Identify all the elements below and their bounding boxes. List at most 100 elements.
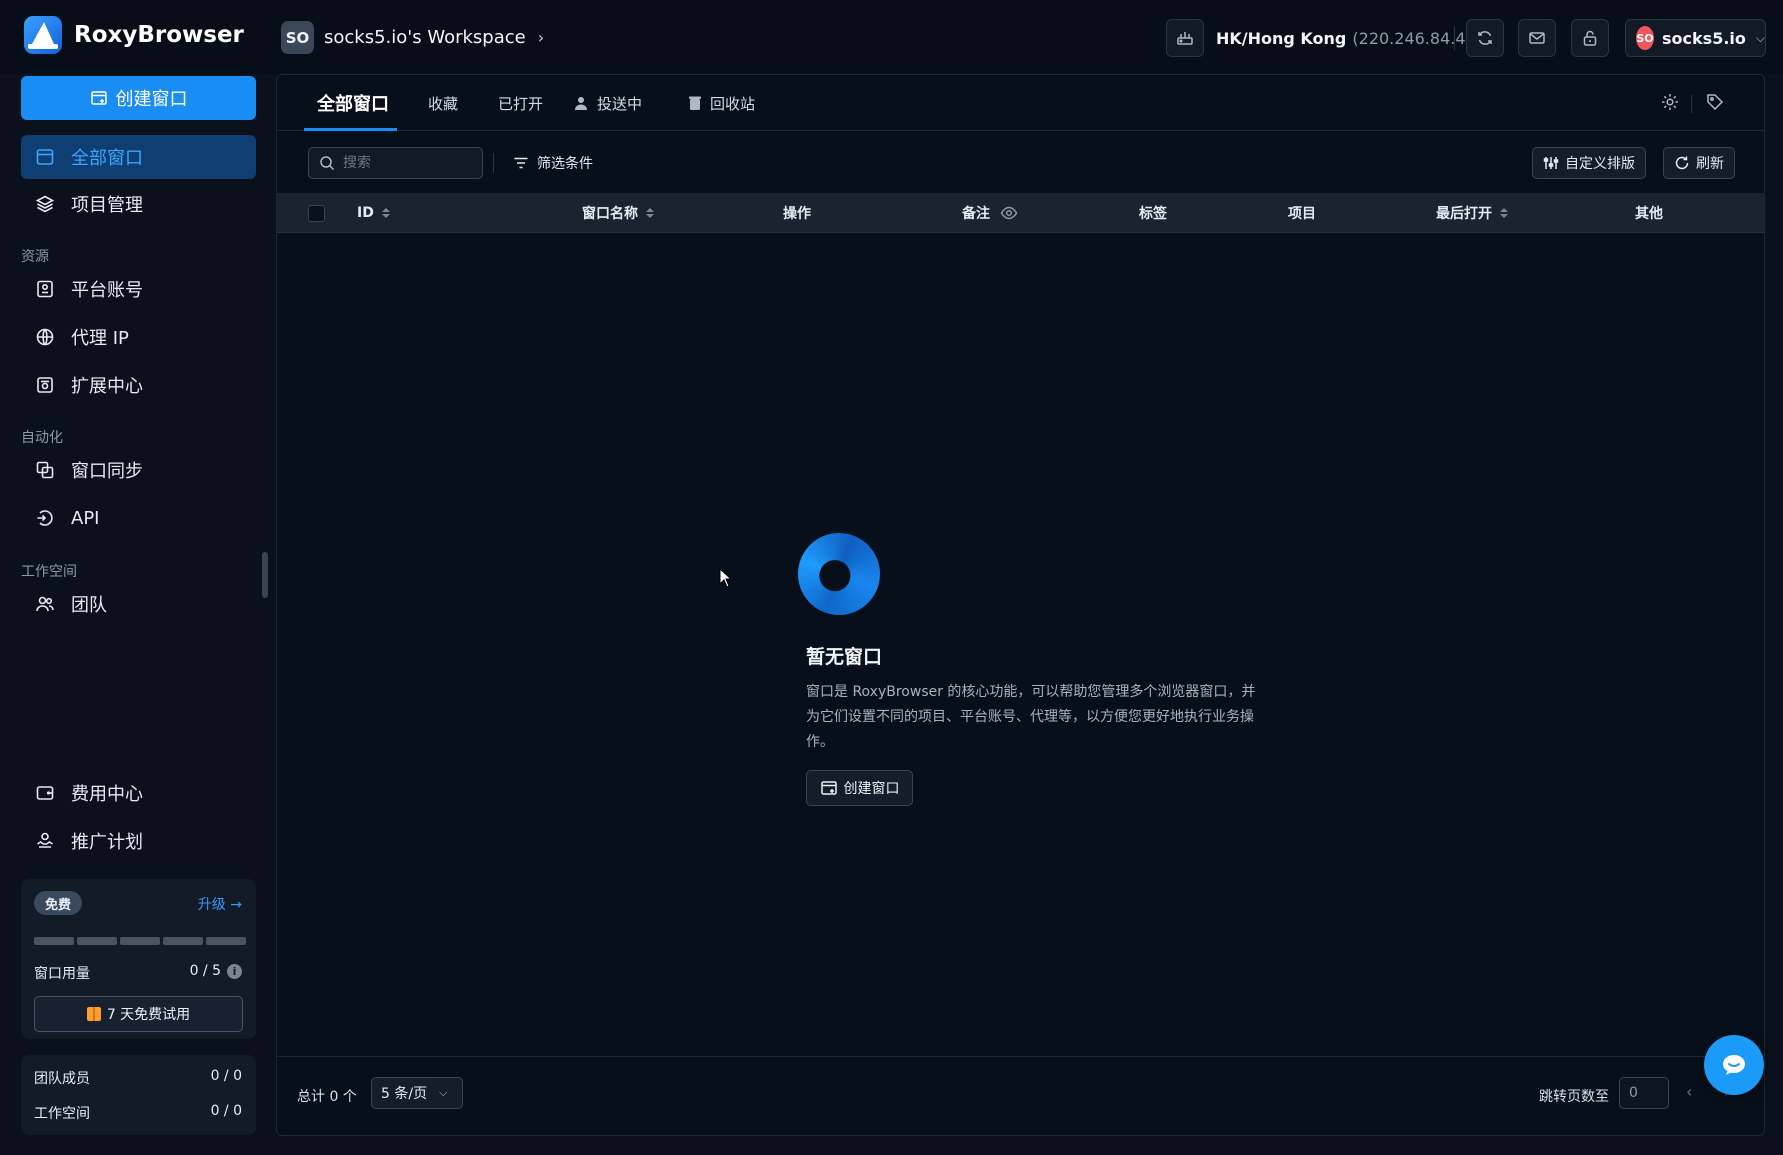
- custom-layout-button[interactable]: 自定义排版: [1532, 147, 1646, 179]
- tag-icon[interactable]: [1705, 92, 1725, 112]
- divider: [1454, 26, 1455, 50]
- empty-title: 暂无窗口: [806, 646, 883, 668]
- plan-card: 免费 升级 → 窗口用量 0 / 5 i 7 天免费试用: [21, 879, 256, 1039]
- refresh-icon: [1478, 31, 1492, 45]
- avatar: SO: [1636, 26, 1655, 50]
- free-trial-button[interactable]: 7 天免费试用: [34, 996, 243, 1032]
- column-header-window-name[interactable]: 窗口名称: [582, 193, 654, 233]
- tab-delivering[interactable]: 投送中: [574, 75, 642, 131]
- handshake-icon: [37, 832, 53, 848]
- refresh-button[interactable]: 刷新: [1663, 147, 1735, 179]
- search-icon: [320, 156, 335, 171]
- filter-button[interactable]: 筛选条件: [513, 147, 593, 179]
- sidebar-item-label: 窗口同步: [71, 461, 143, 482]
- tab-recycle-bin[interactable]: 回收站: [687, 75, 755, 131]
- page-size-value: 5 条/页: [381, 1086, 428, 1102]
- user-menu[interactable]: SO socks5.io ⌵: [1625, 19, 1766, 57]
- proxy-status[interactable]: HK/Hong Kong (220.246.84.46): [1166, 19, 1482, 57]
- search-box[interactable]: [308, 147, 483, 179]
- tab-label: 投送中: [597, 94, 643, 113]
- page-size-select[interactable]: 5 条/页 ⌵: [371, 1077, 463, 1109]
- tab-opened[interactable]: 已打开: [498, 75, 543, 131]
- sidebar-item-label: 扩展中心: [71, 376, 143, 397]
- chevron-down-icon: ⌵: [1755, 30, 1765, 45]
- globe-icon: [36, 328, 54, 346]
- sort-icon: [381, 208, 390, 218]
- select-all-checkbox[interactable]: [308, 205, 325, 222]
- info-icon[interactable]: i: [227, 963, 242, 979]
- usage-count: 0 / 5: [189, 963, 221, 979]
- sidebar-item-referral[interactable]: 推广计划: [21, 819, 256, 863]
- usage-segment: [34, 937, 74, 945]
- divider: [493, 153, 494, 173]
- prev-page-icon[interactable]: ‹: [1686, 1082, 1692, 1101]
- empty-create-window-button[interactable]: 创建窗口: [806, 770, 913, 806]
- column-header-last-opened[interactable]: 最后打开: [1436, 193, 1508, 233]
- team-icon: [36, 596, 54, 612]
- gift-icon: [86, 1007, 101, 1021]
- filter-icon: [514, 157, 528, 169]
- sidebar-item-all-windows[interactable]: 全部窗口: [21, 135, 256, 179]
- lock-button[interactable]: [1571, 19, 1609, 57]
- tab-favorites[interactable]: 收藏: [428, 75, 458, 131]
- stat-value: 0 / 0: [210, 1103, 242, 1119]
- sidebar-item-label: 团队: [71, 595, 107, 616]
- proxy-location: HK/Hong Kong: [1216, 28, 1347, 48]
- sidebar-item-team[interactable]: 团队: [21, 582, 256, 626]
- empty-state: 暂无窗口 窗口是 RoxyBrowser 的核心功能，可以帮助您管理多个浏览器窗…: [277, 234, 1764, 1056]
- usage-segment: [206, 937, 246, 945]
- toolbar: 筛选条件 自定义排版 刷新: [277, 131, 1764, 193]
- sidebar-item-label: API: [71, 507, 100, 529]
- add-window-icon: [90, 91, 107, 105]
- divider: [1691, 95, 1692, 113]
- empty-create-window-label: 创建窗口: [843, 781, 900, 797]
- usage-segment: [163, 937, 203, 945]
- stat-label: 团队成员: [34, 1071, 90, 1087]
- jump-label: 跳转页数至: [1539, 1089, 1609, 1105]
- sidebar-item-window-sync[interactable]: 窗口同步: [21, 448, 256, 492]
- upgrade-link[interactable]: 升级 →: [198, 894, 242, 914]
- sidebar-item-platform-accounts[interactable]: 平台账号: [21, 267, 256, 311]
- api-icon: [37, 510, 53, 526]
- sidebar-item-extensions[interactable]: 扩展中心: [21, 363, 256, 407]
- trash-icon: [689, 96, 701, 110]
- sidebar-item-proxy-ip[interactable]: 代理 IP: [21, 315, 256, 359]
- section-title-automation: 自动化: [21, 430, 63, 446]
- sidebar-item-api[interactable]: API: [21, 496, 256, 540]
- mail-icon: [1529, 32, 1545, 44]
- stat-label: 工作空间: [34, 1106, 90, 1122]
- column-header-notes[interactable]: 备注: [962, 193, 1018, 233]
- main-panel: 全部窗口 收藏 已打开 投送中 回收站 筛选条件 自定义排版: [276, 74, 1765, 1136]
- search-input[interactable]: [343, 155, 473, 171]
- workspace-switcher[interactable]: SO socks5.io's Workspace ›: [281, 21, 544, 54]
- usage-segment: [77, 937, 117, 945]
- pagination-footer: 总计 0 个 5 条/页 ⌵ 跳转页数至 ‹ ›: [277, 1056, 1764, 1135]
- sidebar-item-projects[interactable]: 项目管理: [21, 182, 256, 226]
- id-card-icon: [37, 280, 53, 298]
- sidebar-item-label: 项目管理: [71, 195, 143, 216]
- sync-button[interactable]: [1466, 19, 1504, 57]
- jump-page-input[interactable]: [1619, 1077, 1669, 1109]
- app-logo[interactable]: RoxyBrowser: [24, 16, 244, 54]
- user-icon: [575, 97, 587, 110]
- sliders-icon: [1543, 157, 1559, 169]
- chat-support-button[interactable]: [1704, 1035, 1764, 1095]
- chevron-right-icon: ›: [537, 28, 545, 47]
- tab-all-windows[interactable]: 全部窗口: [317, 75, 389, 131]
- refresh-label: 刷新: [1696, 156, 1724, 172]
- create-window-button[interactable]: 创建窗口: [21, 76, 256, 120]
- workspace-name: socks5.io's Workspace: [324, 27, 526, 48]
- section-title-workspace: 工作空间: [21, 564, 77, 580]
- usage-value: 0 / 5 i: [190, 963, 242, 979]
- eye-icon[interactable]: [1000, 204, 1018, 222]
- sidebar-item-label: 代理 IP: [71, 328, 129, 349]
- sidebar-item-label: 费用中心: [71, 784, 143, 805]
- sidebar-scrollbar[interactable]: [262, 552, 268, 598]
- column-header-tags: 标签: [1139, 206, 1167, 222]
- custom-layout-label: 自定义排版: [1565, 156, 1635, 172]
- mail-button[interactable]: [1518, 19, 1556, 57]
- gear-icon[interactable]: [1660, 92, 1680, 112]
- column-header-id[interactable]: ID: [357, 193, 390, 233]
- sidebar-item-billing[interactable]: 费用中心: [21, 771, 256, 815]
- table-header: ID 窗口名称 操作 备注 标签 项目 最后打开 其他: [277, 193, 1764, 233]
